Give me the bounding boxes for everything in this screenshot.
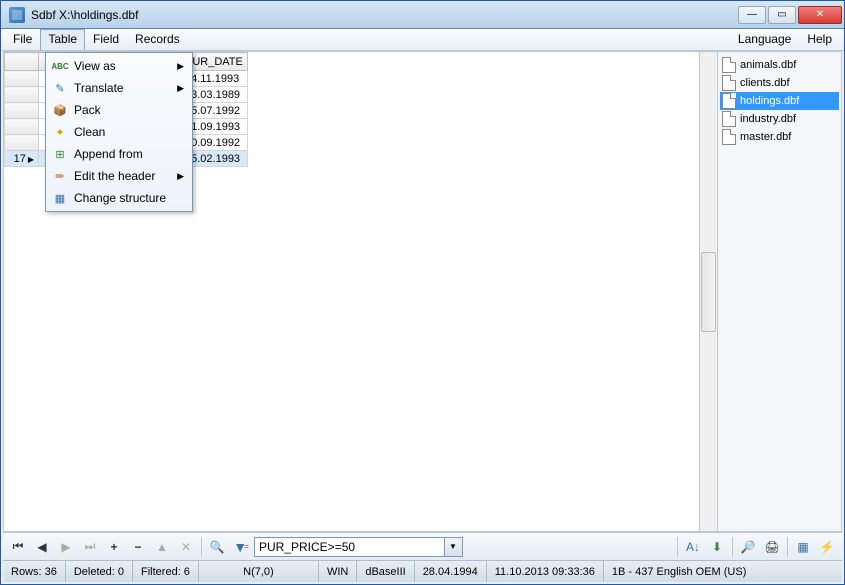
app-icon: [9, 7, 25, 23]
menubar: File Table Field Records Language Help: [1, 29, 844, 51]
submenu-arrow-icon: ▶: [177, 171, 184, 182]
status-deleted: Deleted: 0: [66, 561, 133, 582]
file-item[interactable]: animals.dbf: [720, 56, 839, 74]
file-item[interactable]: holdings.dbf: [720, 92, 839, 110]
file-icon: [722, 111, 736, 127]
file-icon: [722, 129, 736, 145]
menu-field[interactable]: Field: [85, 29, 127, 50]
nav-toolbar: ⏮ ◀ ▶ ⏭ + − ▲ ✕ 🔍 ▼= ▼ A↓ ⬇ 🔎 🖨 ▦ ⚡: [3, 532, 842, 560]
table-menu-dropdown: ABC View as▶ ✎ Translate▶ 📦 Pack ✦ Clean…: [45, 52, 193, 212]
columns-button[interactable]: ▦: [792, 536, 814, 558]
main-body: SHARES PUR_PRICE PUR_DATE 20005004.11.19…: [3, 51, 842, 532]
filter-button[interactable]: ▼=: [230, 536, 252, 558]
titlebar: Sdbf X:\holdings.dbf — ▭ ✕: [1, 1, 844, 29]
statusbar: Rows: 36 Deleted: 0 Filtered: 6 N(7,0) W…: [3, 560, 842, 582]
abc-icon: ABC: [52, 58, 68, 74]
menu-item-edit-header[interactable]: ✏ Edit the header▶: [48, 165, 190, 187]
last-record-button[interactable]: ⏭: [79, 536, 101, 558]
file-list-sidebar: animals.dbf clients.dbf holdings.dbf ind…: [717, 52, 841, 531]
file-item[interactable]: industry.dbf: [720, 110, 839, 128]
next-record-button[interactable]: ▶: [55, 536, 77, 558]
preview-button[interactable]: 🔎: [737, 536, 759, 558]
filter-input[interactable]: [254, 537, 445, 557]
filter-dropdown-button[interactable]: ▼: [445, 537, 463, 557]
menu-item-change-structure[interactable]: ▦ Change structure: [48, 187, 190, 209]
scrollbar-thumb[interactable]: [701, 252, 716, 332]
delete-record-button[interactable]: −: [127, 536, 149, 558]
sort-button[interactable]: A↓: [682, 536, 704, 558]
menu-records[interactable]: Records: [127, 29, 188, 50]
clean-icon: ✦: [52, 124, 68, 140]
search-button[interactable]: 🔍: [206, 536, 228, 558]
edit-record-button[interactable]: ▲: [151, 536, 173, 558]
prev-record-button[interactable]: ◀: [31, 536, 53, 558]
status-codepage: 1B - 437 English OEM (US): [604, 561, 842, 582]
submenu-arrow-icon: ▶: [177, 61, 184, 72]
status-date-created: 28.04.1994: [415, 561, 487, 582]
close-button[interactable]: ✕: [798, 6, 842, 24]
menu-item-pack[interactable]: 📦 Pack: [48, 99, 190, 121]
execute-button[interactable]: ⚡: [816, 536, 838, 558]
status-platform: WIN: [319, 561, 357, 582]
status-date-modified: 11.10.2013 09:33:36: [487, 561, 604, 582]
file-item[interactable]: master.dbf: [720, 128, 839, 146]
structure-icon: ▦: [52, 190, 68, 206]
menu-item-clean[interactable]: ✦ Clean: [48, 121, 190, 143]
menu-language[interactable]: Language: [730, 29, 799, 50]
menu-file[interactable]: File: [5, 29, 40, 50]
menu-item-view-as[interactable]: ABC View as▶: [48, 55, 190, 77]
export-button[interactable]: ⬇: [706, 536, 728, 558]
pack-icon: 📦: [52, 102, 68, 118]
window-title: Sdbf X:\holdings.dbf: [31, 8, 738, 22]
row-header-corner: [5, 53, 39, 71]
menu-item-append-from[interactable]: ⊞ Append from: [48, 143, 190, 165]
status-fieldtype: N(7,0): [199, 561, 319, 582]
status-filtered: Filtered: 6: [133, 561, 199, 582]
file-item[interactable]: clients.dbf: [720, 74, 839, 92]
edit-header-icon: ✏: [52, 168, 68, 184]
maximize-button[interactable]: ▭: [768, 6, 796, 24]
minimize-button[interactable]: —: [738, 6, 766, 24]
file-icon: [722, 57, 736, 73]
print-button[interactable]: 🖨: [761, 536, 783, 558]
file-icon: [722, 93, 736, 109]
app-window: Sdbf X:\holdings.dbf — ▭ ✕ File Table Fi…: [0, 0, 845, 585]
translate-icon: ✎: [52, 80, 68, 96]
status-dbtype: dBaseIII: [357, 561, 414, 582]
add-record-button[interactable]: +: [103, 536, 125, 558]
file-icon: [722, 75, 736, 91]
append-icon: ⊞: [52, 146, 68, 162]
cancel-button[interactable]: ✕: [175, 536, 197, 558]
menu-item-translate[interactable]: ✎ Translate▶: [48, 77, 190, 99]
menu-table[interactable]: Table: [40, 29, 85, 50]
menu-help[interactable]: Help: [799, 29, 840, 50]
submenu-arrow-icon: ▶: [177, 83, 184, 94]
status-rows: Rows: 36: [3, 561, 66, 582]
first-record-button[interactable]: ⏮: [7, 536, 29, 558]
data-grid[interactable]: SHARES PUR_PRICE PUR_DATE 20005004.11.19…: [4, 52, 699, 531]
scrollbar-track[interactable]: [699, 52, 717, 531]
